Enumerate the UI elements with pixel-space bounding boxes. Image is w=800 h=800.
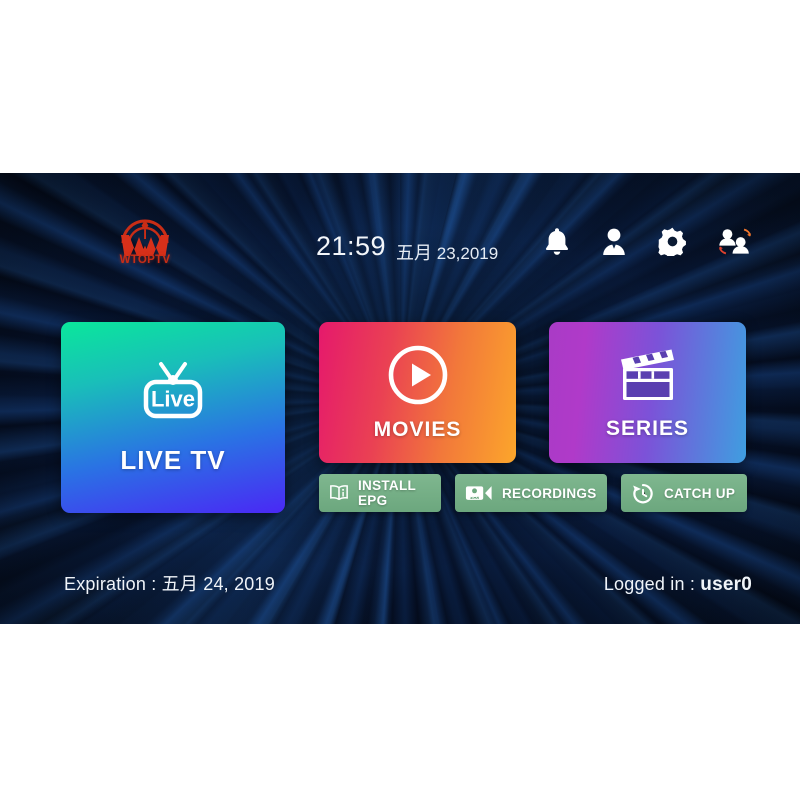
date-day-year: 23,2019: [436, 244, 499, 263]
wtoptv-broadcast-logo-icon: [121, 219, 169, 256]
notifications-bell-icon[interactable]: [544, 227, 570, 261]
app-logo-text: WTOPTV: [119, 254, 171, 266]
expiration-info: Expiration : 五月 24, 2019: [64, 570, 275, 596]
header-icon-row: [544, 227, 752, 261]
settings-gear-icon[interactable]: [658, 227, 687, 261]
account-user-icon[interactable]: [601, 227, 627, 261]
tile-live-tv[interactable]: Live LIVE TV: [61, 322, 285, 513]
tile-movies-label: MOVIES: [373, 417, 462, 441]
expiration-date: 24, 2019: [198, 574, 275, 594]
app-logo[interactable]: WTOPTV: [112, 213, 178, 277]
button-catch-up[interactable]: CATCH UP: [621, 474, 747, 512]
button-recordings-label: RECORDINGS: [502, 485, 597, 501]
svg-text:Live: Live: [151, 386, 195, 411]
live-tv-icon: Live: [143, 361, 203, 418]
video-camera-rec-icon: REC: [465, 486, 492, 500]
button-install-epg-label: INSTALL EPG: [357, 478, 416, 508]
tile-series[interactable]: SERIES: [549, 322, 746, 463]
tile-series-label: SERIES: [605, 416, 690, 440]
clapperboard-icon: [620, 349, 674, 400]
header-bar: WTOPTV 21:59 五月 23,2019: [0, 173, 800, 285]
switch-user-icon[interactable]: [718, 227, 752, 261]
button-recordings[interactable]: REC RECORDINGS: [455, 474, 607, 512]
date-month: 五月: [396, 243, 432, 263]
logged-in-username: user0: [700, 574, 752, 595]
play-circle-icon: [388, 345, 447, 404]
tile-live-tv-label: LIVE TV: [120, 444, 226, 475]
button-catch-up-label: CATCH UP: [664, 485, 736, 501]
logged-in-label: Logged in :: [603, 574, 701, 594]
svg-text:REC: REC: [470, 495, 479, 500]
clock-date: 五月 23,2019: [396, 239, 498, 265]
tile-movies[interactable]: MOVIES: [319, 322, 516, 463]
logged-in-info: Logged in : user0: [604, 574, 752, 596]
clock-rewind-icon: [633, 483, 653, 503]
clock-time: 21:59: [316, 231, 387, 261]
iptv-home-screen: WTOPTV 21:59 五月 23,2019 Live LIVE TV MOV…: [0, 173, 800, 624]
expiration-label: Expiration :: [64, 574, 162, 594]
book-info-icon: [330, 485, 348, 501]
button-install-epg[interactable]: INSTALL EPG: [319, 474, 441, 512]
expiration-month: 五月: [161, 574, 199, 594]
